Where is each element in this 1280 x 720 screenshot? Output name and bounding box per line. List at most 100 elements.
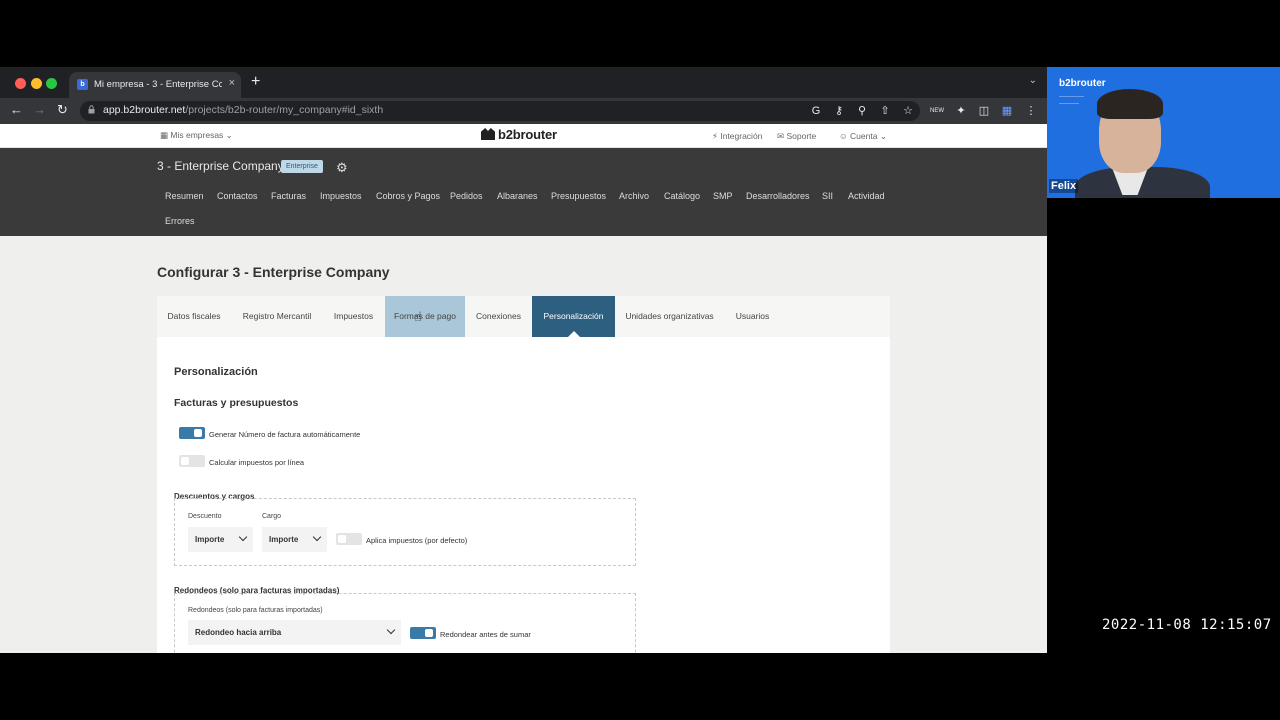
video-brand-logo: b2brouter (1059, 78, 1106, 89)
auto-number-toggle[interactable] (179, 427, 205, 439)
discount-select[interactable]: Importe (188, 527, 253, 552)
apply-taxes-toggle[interactable] (336, 533, 362, 545)
chevron-down-icon (312, 532, 322, 542)
tax-per-line-toggle[interactable] (179, 455, 205, 467)
app-top-bar: ▦ Mis empresas ⌄ b2brouter ⚡ Integración… (0, 124, 1047, 148)
browser-window: b Mi empresa - 3 - Enterprise Co × + ⌄ ←… (0, 67, 1047, 653)
panel-heading: Personalización (174, 366, 258, 378)
section-invoices-heading: Facturas y presupuestos (174, 397, 299, 409)
discount-select-value: Importe (195, 535, 225, 544)
nav-item-errores[interactable]: Errores (165, 216, 195, 226)
b2brouter-logo[interactable]: b2brouter (481, 127, 557, 142)
tab-unidades-organizativas[interactable]: Unidades organizativas (615, 296, 724, 337)
browser-toolbar: ← → ↻ app.b2brouter.net/projects/b2b-rou… (0, 98, 1047, 124)
my-companies-menu[interactable]: ▦ Mis empresas ⌄ (160, 130, 233, 141)
tab-impuestos[interactable]: Impuestos (323, 296, 384, 337)
browser-tab[interactable]: b Mi empresa - 3 - Enterprise Co × (69, 72, 241, 98)
bookmark-star-icon[interactable]: ☆ (901, 104, 915, 118)
tab-title: Mi empresa - 3 - Enterprise Co (94, 79, 222, 90)
tab-search-chevron-icon[interactable]: ⌄ (1029, 75, 1037, 86)
sidepanel-icon[interactable]: ◫ (977, 104, 991, 118)
presenter-hair (1097, 89, 1163, 119)
round-before-sum-toggle[interactable] (410, 627, 436, 639)
nav-item-impuestos[interactable]: Impuestos (320, 191, 362, 201)
minimize-window-button[interactable] (31, 78, 42, 89)
page-title: Configurar 3 - Enterprise Company (157, 264, 390, 280)
nav-item-catalogo[interactable]: Catálogo (664, 191, 700, 201)
puzzle-extensions-icon[interactable]: ✦ (954, 104, 968, 118)
nav-item-albaranes[interactable]: Albaranes (497, 191, 538, 201)
gear-icon[interactable]: ⚙ (336, 160, 348, 176)
nav-item-facturas[interactable]: Facturas (271, 191, 306, 201)
tab-usuarios[interactable]: Usuarios (724, 296, 781, 337)
participant-name: Felix (1049, 179, 1079, 193)
nav-item-pedidos[interactable]: Pedidos (450, 191, 483, 201)
discount-label: Descuento (188, 513, 222, 520)
account-menu[interactable]: ☺ Cuenta ⌄ (839, 131, 887, 142)
rounding-field-label: Redondeos (solo para facturas importadas… (188, 607, 323, 614)
tab-strip: b Mi empresa - 3 - Enterprise Co × + ⌄ (0, 67, 1047, 98)
hand-pointer-cursor-icon: ☝ (414, 309, 422, 324)
web-page: ▦ Mis empresas ⌄ b2brouter ⚡ Integración… (0, 124, 1047, 653)
tab-datos-fiscales[interactable]: Datos fiscales (157, 296, 231, 337)
address-bar[interactable]: app.b2brouter.net/projects/b2b-router/my… (80, 101, 920, 121)
company-header: 3 - Enterprise Company Enterprise ⚙ Resu… (0, 148, 1047, 236)
nav-item-actividad[interactable]: Actividad (848, 191, 885, 201)
tab-formas-de-pago[interactable]: Formas de pago (385, 296, 465, 337)
browser-menu-icon[interactable]: ⋮ (1024, 104, 1038, 118)
nav-item-archivo[interactable]: Archivo (619, 191, 649, 201)
support-label: Soporte (786, 131, 817, 141)
tab-conexiones[interactable]: Conexiones (465, 296, 532, 337)
discounts-fieldset: Descuento Importe Cargo Importe Aplica i… (174, 498, 636, 566)
nav-item-resumen[interactable]: Resumen (165, 191, 204, 201)
tab-personalizacion[interactable]: Personalización (532, 296, 615, 338)
rounding-select[interactable]: Redondeo hacia arriba (188, 620, 401, 645)
forward-arrow-icon[interactable]: → (33, 102, 46, 117)
new-tab-button[interactable]: + (251, 73, 260, 91)
integration-link[interactable]: ⚡ Integración (712, 131, 762, 142)
personalization-panel: Personalización Facturas y presupuestos … (157, 337, 890, 653)
nav-item-smp[interactable]: SMP (713, 191, 733, 201)
tab-registro-mercantil[interactable]: Registro Mercantil (231, 296, 323, 337)
account-label: Cuenta (850, 131, 878, 141)
close-window-button[interactable] (15, 78, 26, 89)
company-name: 3 - Enterprise Company (157, 159, 284, 173)
b2brouter-extension-icon[interactable]: ▦ (1000, 104, 1014, 118)
apply-taxes-label: Aplica impuestos (por defecto) (366, 536, 468, 545)
rounding-fieldset: Redondeos (solo para facturas importadas… (174, 593, 636, 653)
url-text: app.b2brouter.net/projects/b2b-router/my… (103, 104, 384, 116)
lock-icon (88, 105, 95, 114)
google-icon[interactable]: G (809, 104, 823, 118)
b2brouter-favicon-icon: b (77, 79, 88, 90)
extension-new-icon[interactable]: NEW (930, 104, 944, 118)
reload-icon[interactable]: ↻ (57, 102, 68, 118)
my-companies-label: Mis empresas (170, 130, 224, 140)
nav-item-sii[interactable]: SII (822, 191, 833, 201)
charge-label: Cargo (262, 513, 282, 520)
webcam-overlay: b2brouter ————— ———— Felix (1047, 67, 1280, 198)
charge-select-value: Importe (269, 535, 299, 544)
tab-close-icon[interactable]: × (229, 77, 235, 89)
key-icon[interactable]: ⚷ (832, 104, 846, 118)
logo-mark-icon (481, 128, 495, 140)
logo-text: b2brouter (498, 127, 557, 142)
recording-timestamp: 2022-11-08 12:15:07 (1102, 617, 1272, 633)
support-link[interactable]: ✉ Soporte (777, 131, 816, 142)
nav-item-presupuestos[interactable]: Presupuestos (551, 191, 606, 201)
tax-per-line-label: Calcular impuestos por línea (209, 458, 305, 467)
screen: b Mi empresa - 3 - Enterprise Co × + ⌄ ←… (0, 0, 1280, 720)
page-content: Configurar 3 - Enterprise Company Datos … (0, 236, 1047, 653)
settings-tabs: Datos fiscales Registro Mercantil Impues… (157, 296, 890, 338)
nav-item-desarrolladores[interactable]: Desarrolladores (746, 191, 810, 201)
nav-item-contactos[interactable]: Contactos (217, 191, 258, 201)
maximize-window-button[interactable] (46, 78, 57, 89)
zoom-icon[interactable]: ⚲ (855, 104, 869, 118)
round-before-sum-label: Redondear antes de sumar (440, 630, 531, 639)
rounding-select-value: Redondeo hacia arriba (195, 628, 282, 637)
back-arrow-icon[interactable]: ← (10, 102, 23, 117)
chevron-down-icon (386, 625, 396, 635)
integration-label: Integración (720, 131, 763, 141)
nav-item-cobros-pagos[interactable]: Cobros y Pagos (376, 191, 440, 201)
share-icon[interactable]: ⇧ (878, 104, 892, 118)
charge-select[interactable]: Importe (262, 527, 327, 552)
